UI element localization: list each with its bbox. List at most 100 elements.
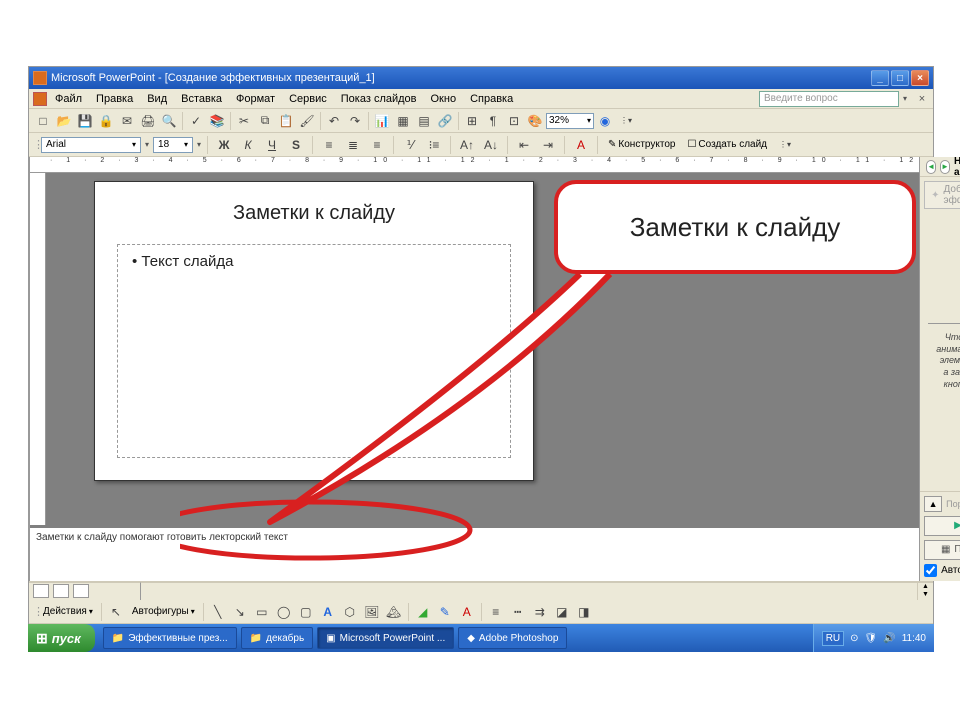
- taskbar-task-active[interactable]: ▣Microsoft PowerPoint ...: [317, 627, 454, 649]
- align-left-button[interactable]: ≡: [319, 135, 339, 155]
- table-button[interactable]: ▦: [393, 111, 413, 131]
- actions-menu[interactable]: Действия▾: [39, 604, 97, 619]
- oval-button[interactable]: ◯: [274, 602, 294, 622]
- notes-pane[interactable]: Заметки к слайду помогают готовить лекто…: [30, 525, 919, 581]
- start-button[interactable]: пуск: [28, 624, 95, 652]
- slide-title[interactable]: Заметки к слайду: [95, 202, 533, 225]
- menu-window[interactable]: Окно: [425, 91, 463, 107]
- taskbar-task[interactable]: ◆Adobe Photoshop: [458, 627, 567, 649]
- shadow-style-button[interactable]: ◪: [552, 602, 572, 622]
- designer-button[interactable]: ✎Конструктор: [604, 137, 679, 152]
- autopreview-checkbox[interactable]: Автопросмотр: [924, 564, 960, 577]
- tray-icon[interactable]: 🛡: [865, 633, 878, 644]
- open-button[interactable]: 📂: [54, 111, 74, 131]
- select-button[interactable]: ↖: [106, 602, 126, 622]
- tables-borders-button[interactable]: ▤: [414, 111, 434, 131]
- font-color-draw-button[interactable]: A: [457, 602, 477, 622]
- dash-style-button[interactable]: ┅: [508, 602, 528, 622]
- format-painter-button[interactable]: 🖌: [297, 111, 317, 131]
- italic-button[interactable]: К: [238, 135, 258, 155]
- fill-color-button[interactable]: ◢: [413, 602, 433, 622]
- save-button[interactable]: 💾: [75, 111, 95, 131]
- new-button[interactable]: □: [33, 111, 53, 131]
- reorder-up-button[interactable]: ▲: [924, 496, 942, 512]
- menu-view[interactable]: Вид: [141, 91, 173, 107]
- scroll-up-button[interactable]: ▲: [918, 583, 933, 592]
- doc-close-button[interactable]: ×: [915, 92, 929, 106]
- menu-tools[interactable]: Сервис: [283, 91, 333, 107]
- decrease-indent-button[interactable]: ⇤: [514, 135, 534, 155]
- slideshow-view-button[interactable]: [73, 584, 89, 598]
- autoshapes-menu[interactable]: Автофигуры▾: [128, 604, 199, 619]
- maximize-button[interactable]: □: [891, 70, 909, 86]
- align-center-button[interactable]: ≣: [343, 135, 363, 155]
- formatting-options-button[interactable]: ⋮▾: [775, 135, 795, 155]
- show-formatting-button[interactable]: ¶: [483, 111, 503, 131]
- tray-clock[interactable]: 11:40: [902, 633, 926, 644]
- taskpane-back-button[interactable]: ◄: [926, 160, 936, 174]
- autopreview-input[interactable]: [924, 564, 937, 577]
- hyperlink-button[interactable]: 🔗: [435, 111, 455, 131]
- 3d-style-button[interactable]: ◨: [574, 602, 594, 622]
- askbox-dropdown-icon[interactable]: ▾: [903, 94, 907, 103]
- ask-question-box[interactable]: Введите вопрос: [759, 91, 899, 107]
- rectangle-button[interactable]: ▭: [252, 602, 272, 622]
- increase-font-button[interactable]: A↑: [457, 135, 477, 155]
- arrow-button[interactable]: ↘: [230, 602, 250, 622]
- diagram-button[interactable]: ⬡: [340, 602, 360, 622]
- textbox-button[interactable]: ▢: [296, 602, 316, 622]
- cut-button[interactable]: ✂: [234, 111, 254, 131]
- clipart-button[interactable]: 🖼: [362, 602, 382, 622]
- underline-button[interactable]: Ч: [262, 135, 282, 155]
- tray-icon[interactable]: 🔊: [883, 633, 895, 644]
- bullet-text[interactable]: • Текст слайда: [132, 253, 496, 270]
- decrease-font-button[interactable]: A↓: [481, 135, 501, 155]
- spell-button[interactable]: ✓: [186, 111, 206, 131]
- arrow-style-button[interactable]: ⇉: [530, 602, 550, 622]
- permission-button[interactable]: 🔒: [96, 111, 116, 131]
- mail-button[interactable]: ✉: [117, 111, 137, 131]
- language-indicator[interactable]: RU: [822, 631, 844, 646]
- align-right-button[interactable]: ≡: [367, 135, 387, 155]
- slideshow-button[interactable]: Показ слайдов: [924, 540, 960, 560]
- scroll-down-button[interactable]: ▼: [918, 591, 933, 600]
- bullets-button[interactable]: ⁝≡: [424, 135, 444, 155]
- shadow-button[interactable]: S: [286, 135, 306, 155]
- minimize-button[interactable]: _: [871, 70, 889, 86]
- menu-insert[interactable]: Вставка: [175, 91, 228, 107]
- font-color-button[interactable]: A: [571, 135, 591, 155]
- chart-button[interactable]: 📊: [372, 111, 392, 131]
- taskbar-task[interactable]: 📁Эффективные през...: [103, 627, 237, 649]
- notes-text[interactable]: Заметки к слайду помогают готовить лекто…: [36, 532, 288, 543]
- numbering-button[interactable]: ⅟: [400, 135, 420, 155]
- menu-slideshow[interactable]: Показ слайдов: [335, 91, 423, 107]
- slide[interactable]: Заметки к слайду • Текст слайда: [94, 181, 534, 481]
- expand-all-button[interactable]: ⊞: [462, 111, 482, 131]
- new-slide-button[interactable]: ☐Создать слайд: [683, 137, 771, 152]
- zoom-combobox[interactable]: 32%: [546, 113, 594, 129]
- content-placeholder[interactable]: • Текст слайда: [117, 244, 511, 458]
- close-button[interactable]: ×: [911, 70, 929, 86]
- line-color-button[interactable]: ✎: [435, 602, 455, 622]
- menu-help[interactable]: Справка: [464, 91, 519, 107]
- color-button[interactable]: 🎨: [525, 111, 545, 131]
- taskbar-task[interactable]: 📁декабрь: [241, 627, 314, 649]
- sorter-view-button[interactable]: [53, 584, 69, 598]
- help-button[interactable]: ◉: [595, 111, 615, 131]
- tray-icon[interactable]: ⊙: [850, 633, 858, 644]
- research-button[interactable]: 📚: [207, 111, 227, 131]
- grid-button[interactable]: ⊡: [504, 111, 524, 131]
- taskpane-forward-button[interactable]: ►: [940, 160, 950, 174]
- preview-button[interactable]: ▶ Просмотр: [924, 516, 960, 536]
- line-style-button[interactable]: ≡: [486, 602, 506, 622]
- line-button[interactable]: ╲: [208, 602, 228, 622]
- menu-format[interactable]: Формат: [230, 91, 281, 107]
- picture-button[interactable]: 🏔: [384, 602, 404, 622]
- wordart-button[interactable]: A: [318, 602, 338, 622]
- menu-file[interactable]: Файл: [49, 91, 88, 107]
- fontsize-combobox[interactable]: 18: [153, 137, 193, 153]
- preview-button[interactable]: 🔍: [159, 111, 179, 131]
- toolbar-options-button[interactable]: ⋮▾: [616, 111, 636, 131]
- bold-button[interactable]: Ж: [214, 135, 234, 155]
- copy-button[interactable]: ⧉: [255, 111, 275, 131]
